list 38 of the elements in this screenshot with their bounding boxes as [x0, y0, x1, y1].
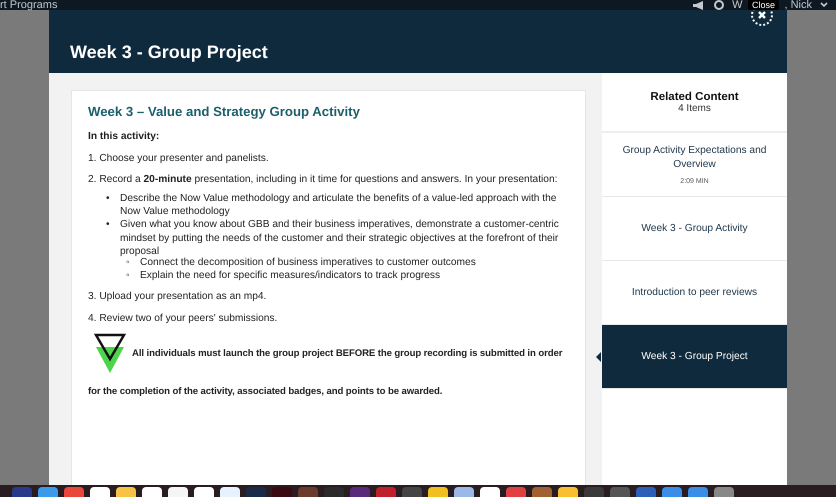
step-text: 1. Choose your presenter and panelists. [88, 152, 270, 166]
app-icon[interactable] [116, 487, 136, 497]
bullet-marker: ◦ [126, 256, 131, 270]
app-icon[interactable] [428, 487, 448, 497]
bullet-marker: • [106, 192, 111, 206]
bullet-text: Connect the decomposition of business imperatives to customer outcomes [140, 256, 477, 270]
close-tooltip: Close [748, 0, 780, 10]
search-icon[interactable] [714, 0, 724, 10]
app-icon[interactable] [558, 487, 578, 497]
bullet-text: Given what you know about GBB and their business imperatives, demonstrate a customer-centric mindset by putting the needs of the customer and their strategic objectives at the forefront of their proposal [120, 218, 560, 258]
app-icon[interactable] [90, 487, 110, 497]
app-icon[interactable] [480, 487, 500, 497]
step-text: 3. Upload your presentation as an mp4. [88, 290, 268, 304]
modal-title: Week 3 - Group Project [70, 42, 268, 63]
step-text: 2. Record a 20-minute presentation, including in it time for questions and answers. In your presentation: [88, 173, 558, 187]
user-name[interactable]: , Nick [784, 0, 812, 10]
step-text: 4. Review two of your peers' submissions. [88, 312, 278, 326]
warning-triangle-icon [94, 333, 126, 374]
bullet-marker: ◦ [126, 269, 131, 282]
app-icon[interactable] [454, 487, 474, 497]
intro-text: In this activity: [88, 130, 160, 144]
bullet-text: Explain the need for specific measures/indicators to track progress [140, 269, 442, 282]
section-label: rt Programs [0, 0, 58, 10]
bullet-marker: • [106, 218, 111, 232]
activity-heading: Week 3 – Value and Strategy Group Activity [88, 105, 361, 118]
app-icon[interactable] [194, 487, 214, 497]
user-greeting[interactable]: W [732, 0, 742, 10]
related-title: Related Content [650, 90, 739, 102]
close-icon [757, 10, 767, 20]
notice-text: All individuals must launch the group project BEFORE the group recording is submitted in order [132, 346, 562, 360]
app-icon[interactable] [168, 487, 188, 497]
chevron-down-icon[interactable] [820, 2, 828, 8]
bullet-text: Describe the Now Value methodology and articulate the benefits of a value-led approach with the Now Value methodology [120, 192, 558, 218]
app-icon[interactable] [220, 487, 240, 497]
app-icon[interactable] [142, 487, 162, 497]
item-count: 4 Items [678, 102, 711, 114]
notice-text: for the completion of the activity, associated badges, and points to be awarded. [88, 385, 444, 399]
selection-pointer [596, 352, 601, 362]
